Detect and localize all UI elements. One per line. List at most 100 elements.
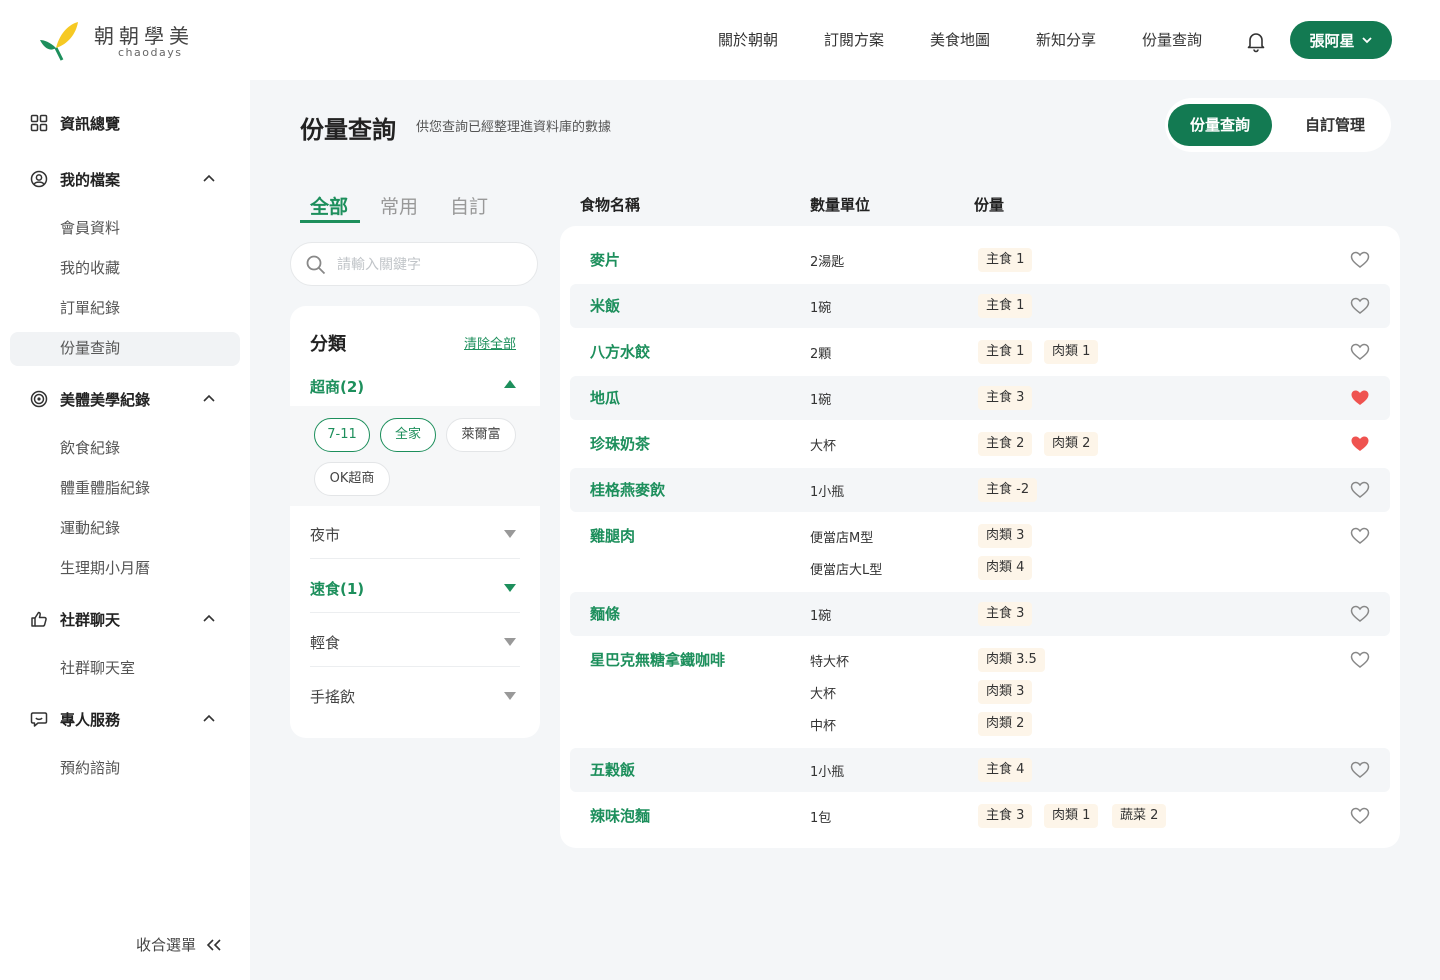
category-night-market[interactable]: 夜市 <box>310 524 340 545</box>
chevron-up-icon[interactable] <box>202 712 216 726</box>
category-light-meal[interactable]: 輕食 <box>310 632 340 653</box>
tab-frequent[interactable]: 常用 <box>380 192 418 219</box>
unit-value: 大杯 <box>810 439 837 454</box>
table-row[interactable]: 五穀飯 1小瓶 主食 4 <box>570 748 1390 792</box>
table-row[interactable]: 雞腿肉 便當店M型 肉類 3 便當店大L型 肉類 4 <box>570 514 1390 590</box>
portion-tag: 主食 1 <box>978 340 1033 364</box>
heart-outline-icon[interactable] <box>1350 342 1370 362</box>
triangle-down-icon[interactable] <box>504 530 516 538</box>
sidebar-item-member-info[interactable]: 會員資料 <box>60 213 120 243</box>
heart-outline-icon[interactable] <box>1350 296 1370 316</box>
table-row[interactable]: 辣味泡麵 1包 主食 3 肉類 1 蔬菜 2 <box>570 794 1390 838</box>
segment-custom-manage[interactable]: 自訂管理 <box>1283 104 1387 146</box>
sidebar-group-community[interactable]: 社群聊天 <box>30 604 120 634</box>
chevron-up-icon[interactable] <box>202 612 216 626</box>
nav-knowledge[interactable]: 新知分享 <box>1036 0 1096 80</box>
heart-outline-icon[interactable] <box>1350 806 1370 826</box>
triangle-down-icon[interactable] <box>504 692 516 700</box>
brand-sub: chaodays <box>118 46 183 59</box>
thumbs-up-icon <box>31 611 47 627</box>
food-name[interactable]: 八方水餃 <box>590 341 650 362</box>
food-name[interactable]: 星巴克無糖拿鐵咖啡 <box>590 649 725 670</box>
table-row[interactable]: 麥片 2湯匙 主食 1 <box>570 238 1390 282</box>
brand-logo[interactable]: 朝朝學美 chaodays <box>38 16 208 64</box>
triangle-down-icon[interactable] <box>504 584 516 592</box>
food-name[interactable]: 米飯 <box>590 295 620 316</box>
heart-outline-icon[interactable] <box>1350 526 1370 546</box>
sidebar-item-favorites[interactable]: 我的收藏 <box>60 253 120 283</box>
portion-tag: 蔬菜 2 <box>1112 804 1167 828</box>
sidebar-item-diet-log[interactable]: 飲食紀錄 <box>60 433 120 463</box>
divider <box>310 612 520 613</box>
sidebar-group-beauty-records[interactable]: 美體美學紀錄 <box>30 384 150 414</box>
convenience-store-options: 7-11 全家 萊爾富 OK超商 <box>290 406 540 506</box>
nav-about[interactable]: 關於朝朝 <box>718 0 778 80</box>
table-row[interactable]: 星巴克無糖拿鐵咖啡 特大杯 肉類 3.5 大杯 肉類 3 中杯 肉類 2 <box>570 638 1390 746</box>
food-name[interactable]: 麵條 <box>590 603 620 624</box>
tab-custom[interactable]: 自訂 <box>450 192 488 219</box>
table-row[interactable]: 地瓜 1碗 主食 3 <box>570 376 1390 420</box>
search-box[interactable] <box>290 242 538 286</box>
heart-outline-icon[interactable] <box>1350 480 1370 500</box>
sidebar-item-exercise-log[interactable]: 運動紀錄 <box>60 513 120 543</box>
sidebar-item-appointment[interactable]: 預約諮詢 <box>60 753 120 783</box>
filter-title: 分類 <box>310 334 346 355</box>
table-row[interactable]: 桂格燕麥飲 1小瓶 主食 -2 <box>570 468 1390 512</box>
chip-7-11[interactable]: 7-11 <box>314 418 370 452</box>
table-row[interactable]: 麵條 1碗 主食 3 <box>570 592 1390 636</box>
sidebar-item-weight-log[interactable]: 體重體脂紀錄 <box>60 473 150 503</box>
search-input[interactable] <box>337 253 527 277</box>
triangle-up-icon[interactable] <box>504 380 516 388</box>
nav-plans[interactable]: 訂閱方案 <box>824 0 884 80</box>
unit-value: 1碗 <box>810 301 832 316</box>
food-name[interactable]: 珍珠奶茶 <box>590 433 650 454</box>
chevron-down-icon <box>1361 37 1372 44</box>
double-chevron-left-icon <box>206 938 221 951</box>
unit-value: 1小瓶 <box>810 765 845 780</box>
bell-icon[interactable] <box>1244 29 1268 53</box>
food-name[interactable]: 地瓜 <box>590 387 620 408</box>
sidebar-group-profile[interactable]: 我的檔案 <box>30 164 120 194</box>
nav-portion-lookup[interactable]: 份量查詢 <box>1142 0 1202 80</box>
sidebar-group-overview[interactable]: 資訊總覽 <box>30 108 120 138</box>
food-name[interactable]: 桂格燕麥飲 <box>590 479 665 500</box>
triangle-down-icon[interactable] <box>504 638 516 646</box>
chip-ok-mart[interactable]: OK超商 <box>314 462 390 496</box>
sidebar-item-portion-lookup[interactable]: 份量查詢 <box>60 333 120 363</box>
sidebar-item-orders[interactable]: 訂單紀錄 <box>60 293 120 323</box>
sidebar-item-period-calendar[interactable]: 生理期小月曆 <box>60 553 150 583</box>
segment-portion-lookup[interactable]: 份量查詢 <box>1168 104 1272 146</box>
food-name[interactable]: 辣味泡麵 <box>590 805 650 826</box>
table-row[interactable]: 八方水餃 2顆 主食 1 肉類 1 <box>570 330 1390 374</box>
heart-outline-icon[interactable] <box>1350 760 1370 780</box>
leaf-logo-icon <box>40 22 78 61</box>
category-convenience-store[interactable]: 超商(2) <box>310 376 364 397</box>
food-name[interactable]: 麥片 <box>590 249 620 270</box>
portion-tag: 肉類 2 <box>1044 432 1099 456</box>
heart-outline-icon[interactable] <box>1350 250 1370 270</box>
user-menu-button[interactable]: 張阿星 <box>1290 21 1392 59</box>
heart-filled-icon[interactable] <box>1350 388 1370 408</box>
category-hand-shaken-drinks[interactable]: 手搖飲 <box>310 686 355 707</box>
food-name[interactable]: 五穀飯 <box>590 759 635 780</box>
chip-hilife[interactable]: 萊爾富 <box>446 418 516 452</box>
portion-tag: 主食 3 <box>978 602 1033 626</box>
table-row[interactable]: 珍珠奶茶 大杯 主食 2 肉類 2 <box>570 422 1390 466</box>
food-name[interactable]: 雞腿肉 <box>590 525 635 546</box>
heart-outline-icon[interactable] <box>1350 650 1370 670</box>
heart-filled-icon[interactable] <box>1350 434 1370 454</box>
chevron-up-icon[interactable] <box>202 172 216 186</box>
sidebar-item-chatroom[interactable]: 社群聊天室 <box>60 653 135 683</box>
clear-all-link[interactable]: 清除全部 <box>464 333 516 352</box>
collapse-menu-label: 收合選單 <box>136 936 197 954</box>
tab-all[interactable]: 全部 <box>310 192 348 219</box>
table-row[interactable]: 米飯 1碗 主食 1 <box>570 284 1390 328</box>
chevron-up-icon[interactable] <box>202 392 216 406</box>
collapse-menu-button[interactable]: 收合選單 <box>136 934 222 955</box>
category-fast-food[interactable]: 速食(1) <box>310 578 364 599</box>
heart-outline-icon[interactable] <box>1350 604 1370 624</box>
nav-food-map[interactable]: 美食地圖 <box>930 0 990 80</box>
chip-family-mart[interactable]: 全家 <box>380 418 436 452</box>
user-name: 張阿星 <box>1309 31 1355 50</box>
sidebar-group-consult[interactable]: 專人服務 <box>30 704 120 734</box>
